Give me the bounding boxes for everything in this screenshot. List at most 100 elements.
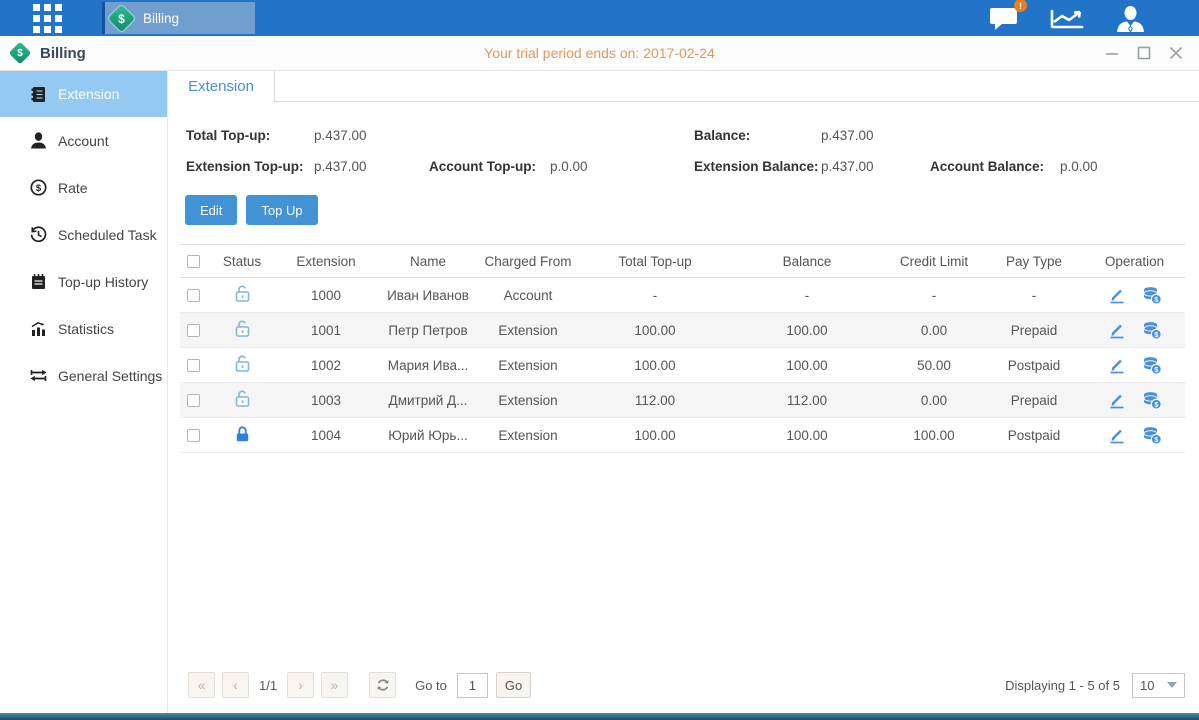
transfer-arrows-icon (30, 367, 47, 384)
topup-button[interactable]: Top Up (246, 195, 317, 225)
billing-app-icon: $ (108, 5, 135, 32)
sidebar-item-account[interactable]: Account (0, 117, 167, 164)
row-checkbox[interactable] (187, 394, 200, 407)
sidebar-item-label: Rate (58, 180, 88, 196)
cell-pay-type: Postpaid (984, 358, 1084, 373)
refresh-button[interactable] (369, 672, 396, 698)
sidebar: Extension Account $ Rate Scheduled Task (0, 71, 168, 713)
next-page-button[interactable]: › (287, 672, 314, 698)
cell-total-topup: - (580, 288, 730, 303)
cell-charged-from: Extension (476, 358, 580, 373)
taskbar-tab-label: Billing (143, 11, 179, 26)
sidebar-item-label: Extension (58, 86, 119, 102)
col-total-topup: Total Top-up (580, 254, 730, 269)
cell-credit-limit: 50.00 (884, 358, 984, 373)
extension-balance-value: p.437.00 (821, 159, 930, 174)
edit-pencil-icon[interactable] (1108, 321, 1126, 339)
col-status: Status (212, 254, 272, 269)
table-header-row: Status Extension Name Charged From Total… (180, 244, 1185, 278)
sidebar-item-statistics[interactable]: Statistics (0, 305, 167, 352)
cell-name: Мария Ива... (380, 358, 476, 373)
minimize-icon[interactable] (1105, 46, 1119, 60)
select-all-checkbox[interactable] (187, 255, 200, 268)
col-extension: Extension (272, 254, 380, 269)
extension-topup-label: Extension Top-up: (186, 159, 314, 174)
go-button[interactable]: Go (496, 672, 531, 698)
svg-text:$: $ (36, 183, 42, 194)
extension-balance-label: Extension Balance: (694, 159, 821, 174)
billing-window-icon: $ (9, 42, 32, 65)
edit-pencil-icon[interactable] (1108, 391, 1126, 409)
first-page-button[interactable]: « (188, 672, 215, 698)
row-checkbox[interactable] (187, 289, 200, 302)
status-locked-icon (212, 424, 272, 446)
topup-coins-icon[interactable]: $ (1142, 286, 1162, 305)
displaying-text: Displaying 1 - 5 of 5 (1005, 678, 1120, 693)
cell-total-topup: 100.00 (580, 358, 730, 373)
user-icon[interactable] (1114, 5, 1147, 32)
topup-coins-icon[interactable]: $ (1142, 391, 1162, 410)
table-row: 1004 Юрий Юрь... Extension 100.00 100.00… (180, 418, 1185, 453)
table-row: 1002 Мария Ива... Extension 100.00 100.0… (180, 348, 1185, 383)
cell-total-topup: 100.00 (580, 428, 730, 443)
clock-history-icon (30, 226, 47, 243)
account-balance-label: Account Balance: (930, 159, 1060, 174)
edit-pencil-icon[interactable] (1108, 426, 1126, 444)
cell-extension: 1000 (272, 288, 380, 303)
trial-notice: Your trial period ends on: 2017-02-24 (0, 45, 1199, 61)
goto-page-input[interactable] (457, 673, 488, 698)
taskbar-tab-billing[interactable]: $ Billing (102, 2, 255, 34)
sidebar-item-label: General Settings (58, 368, 162, 384)
window-title: Billing (40, 45, 86, 62)
total-topup-label: Total Top-up: (186, 128, 314, 143)
goto-label: Go to (415, 678, 447, 693)
col-pay-type: Pay Type (984, 254, 1084, 269)
balance-label: Balance: (694, 128, 821, 143)
edit-pencil-icon[interactable] (1108, 356, 1126, 374)
sidebar-item-label: Account (58, 133, 109, 149)
prev-page-button[interactable]: ‹ (222, 672, 249, 698)
taskbar: $ Billing ! (0, 0, 1199, 36)
col-name: Name (380, 254, 476, 269)
sidebar-item-topup-history[interactable]: Top-up History (0, 258, 167, 305)
topup-coins-icon[interactable]: $ (1142, 321, 1162, 340)
notebook-icon (30, 273, 47, 290)
topup-coins-icon[interactable]: $ (1142, 356, 1162, 375)
app-grid-icon[interactable] (33, 4, 62, 33)
cell-balance: 112.00 (730, 393, 884, 408)
row-checkbox[interactable] (187, 324, 200, 337)
notification-badge: ! (1014, 0, 1027, 12)
page-size-select[interactable]: 10 (1132, 673, 1185, 698)
cell-charged-from: Extension (476, 393, 580, 408)
edit-pencil-icon[interactable] (1108, 286, 1126, 304)
account-topup-label: Account Top-up: (429, 159, 550, 174)
page-size-value: 10 (1140, 678, 1154, 693)
row-checkbox[interactable] (187, 359, 200, 372)
close-icon[interactable] (1169, 46, 1183, 60)
content-area: Extension Total Top-up: p.437.00 Balance… (168, 71, 1199, 713)
line-chart-icon[interactable] (1049, 5, 1085, 31)
pagination-bar: « ‹ 1/1 › » Go to Go Displaying 1 - 5 of… (168, 663, 1199, 713)
bar-chart-icon (30, 320, 47, 337)
sidebar-item-extension[interactable]: Extension (0, 71, 167, 117)
cell-charged-from: Account (476, 288, 580, 303)
last-page-button[interactable]: » (321, 672, 348, 698)
row-checkbox[interactable] (187, 429, 200, 442)
desktop-strip (0, 713, 1199, 720)
topup-coins-icon[interactable]: $ (1142, 426, 1162, 445)
sidebar-item-general-settings[interactable]: General Settings (0, 352, 167, 399)
tab-extension[interactable]: Extension (168, 71, 275, 102)
maximize-icon[interactable] (1137, 46, 1151, 60)
chevron-down-icon (1167, 682, 1177, 688)
ledger-icon (30, 86, 47, 103)
sidebar-item-scheduled-task[interactable]: Scheduled Task (0, 211, 167, 258)
account-topup-value: p.0.00 (550, 159, 694, 174)
extension-topup-value: p.437.00 (314, 159, 429, 174)
edit-button[interactable]: Edit (185, 195, 237, 225)
cell-pay-type: - (984, 288, 1084, 303)
cell-extension: 1004 (272, 428, 380, 443)
chat-notification-icon[interactable]: ! (989, 5, 1020, 31)
balance-value: p.437.00 (821, 128, 930, 143)
sidebar-item-rate[interactable]: $ Rate (0, 164, 167, 211)
cell-extension: 1003 (272, 393, 380, 408)
